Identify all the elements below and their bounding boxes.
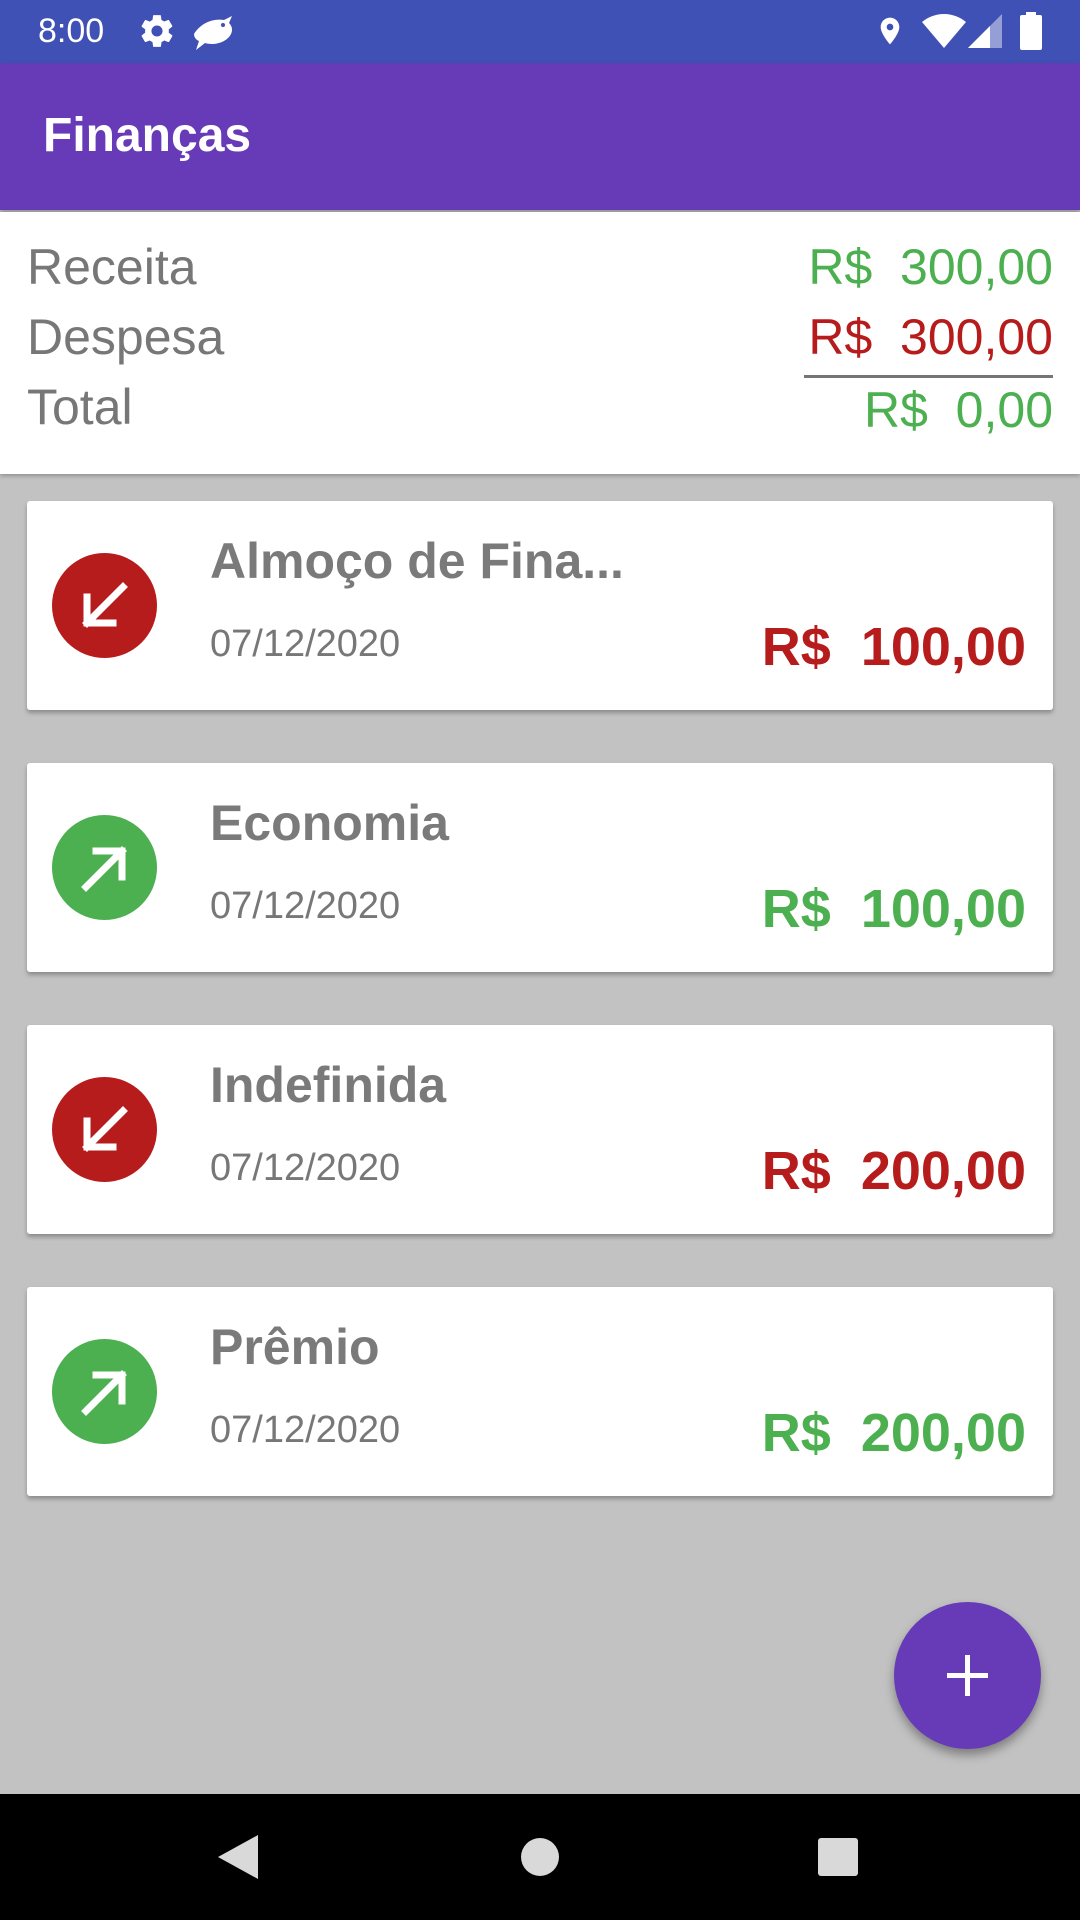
transaction-date: 07/12/2020 <box>210 623 401 665</box>
transaction-date: 07/12/2020 <box>210 1147 401 1189</box>
summary-divider <box>804 375 1053 378</box>
battery-icon <box>1020 12 1042 55</box>
arrow-up-right-icon <box>52 1339 157 1444</box>
app-bar: Finanças <box>0 63 1080 210</box>
status-time: 8:00 <box>38 12 105 50</box>
transaction-title: Economia <box>210 795 449 851</box>
back-button[interactable] <box>180 1794 300 1920</box>
gear-icon <box>138 12 176 55</box>
home-button[interactable] <box>480 1794 600 1920</box>
transaction-value: R$ 100,00 <box>761 617 1026 677</box>
app-title: Finanças <box>43 109 252 162</box>
transaction-card[interactable]: Economia 07/12/2020 R$ 100,00 <box>27 763 1053 972</box>
income-label: Receita <box>27 239 197 295</box>
transaction-title: Indefinida <box>210 1057 447 1113</box>
back-icon <box>218 1835 258 1879</box>
plus-icon <box>947 1655 988 1696</box>
transaction-card[interactable]: Prêmio 07/12/2020 R$ 200,00 <box>27 1287 1053 1496</box>
expense-value: R$ 300,00 <box>808 309 1053 365</box>
transaction-card[interactable]: Indefinida 07/12/2020 R$ 200,00 <box>27 1025 1053 1234</box>
recents-button[interactable] <box>778 1794 898 1920</box>
summary-card: Receita R$ 300,00 Despesa R$ 300,00 Tota… <box>0 212 1080 474</box>
navigation-bar <box>0 1794 1080 1920</box>
recents-icon <box>818 1838 858 1876</box>
total-value: R$ 0,00 <box>863 382 1053 438</box>
status-bar: 8:00 <box>0 0 1080 63</box>
transaction-card[interactable]: Almoço de Fina... 07/12/2020 R$ 100,00 <box>27 501 1053 710</box>
add-transaction-button[interactable] <box>894 1602 1041 1749</box>
transaction-date: 07/12/2020 <box>210 1409 401 1451</box>
arrow-down-left-icon <box>52 1077 157 1182</box>
transaction-title: Prêmio <box>210 1319 380 1375</box>
arrow-down-left-icon <box>52 553 157 658</box>
bird-icon <box>190 12 236 57</box>
total-label: Total <box>27 379 133 435</box>
signal-icon <box>968 14 1002 53</box>
transaction-value: R$ 200,00 <box>761 1403 1026 1463</box>
transaction-value: R$ 100,00 <box>761 879 1026 939</box>
wifi-icon <box>922 14 966 53</box>
transaction-title: Almoço de Fina... <box>210 533 624 589</box>
location-icon <box>874 12 906 55</box>
expense-label: Despesa <box>27 309 225 365</box>
transaction-value: R$ 200,00 <box>761 1141 1026 1201</box>
income-value: R$ 300,00 <box>808 239 1053 295</box>
home-icon <box>521 1838 559 1876</box>
arrow-up-right-icon <box>52 815 157 920</box>
transaction-date: 07/12/2020 <box>210 885 401 927</box>
